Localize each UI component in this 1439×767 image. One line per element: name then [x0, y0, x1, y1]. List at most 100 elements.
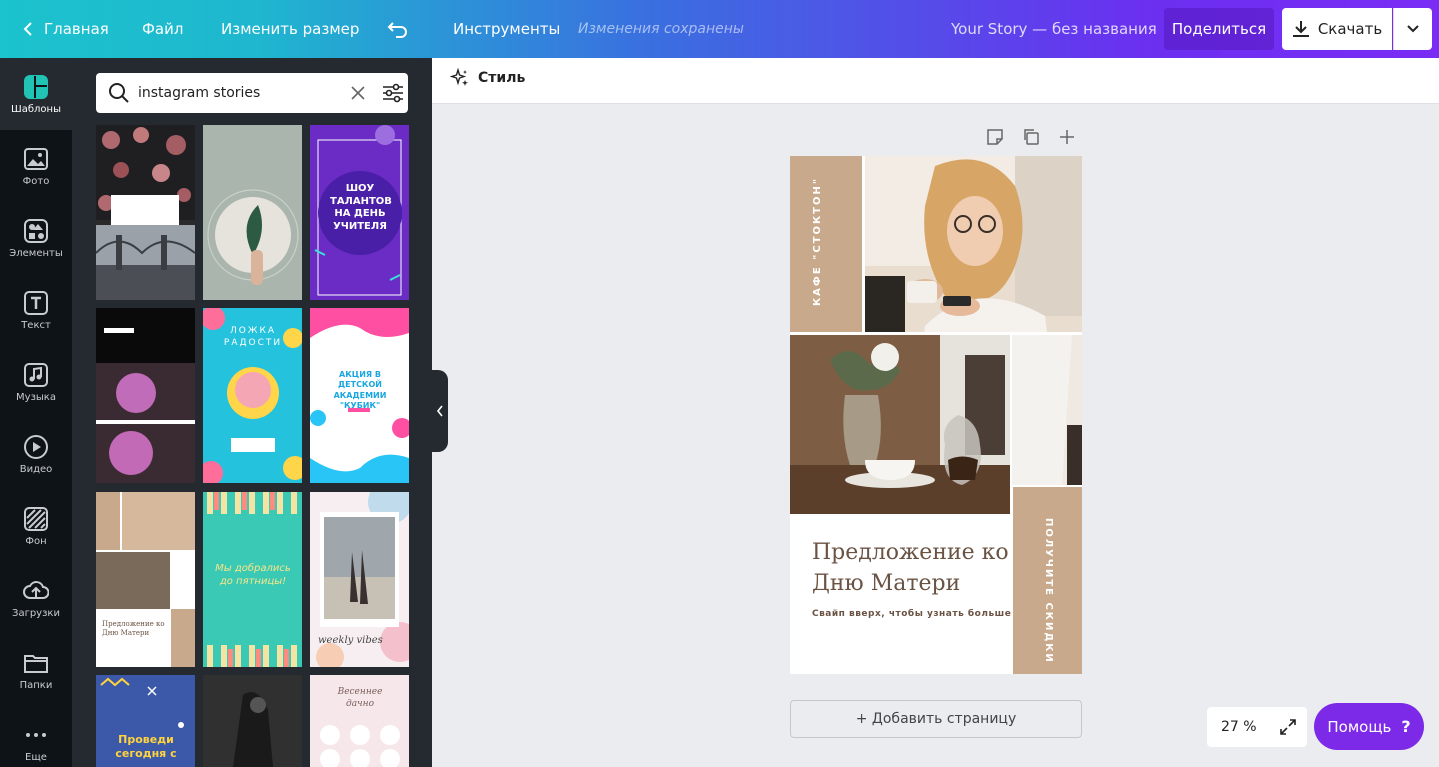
undo-button[interactable]: [387, 0, 409, 58]
download-label: Скачать: [1317, 20, 1383, 38]
template-thumb-pink-hair[interactable]: [96, 308, 195, 483]
text-icon: [24, 290, 48, 315]
clear-icon[interactable]: [350, 85, 366, 101]
photo-woman-image: [865, 156, 1082, 332]
zoom-control[interactable]: 27 %: [1207, 707, 1307, 747]
rail-label: Загрузки: [12, 607, 60, 619]
headline-text[interactable]: Предложение ко Дню Матери: [812, 538, 1012, 600]
fullscreen-icon[interactable]: [1279, 718, 1297, 736]
style-label: Стиль: [478, 70, 526, 86]
photo-woman-continuation: [1012, 335, 1082, 485]
template-thumb-spring[interactable]: Весеннее дачно: [310, 675, 409, 767]
help-question-mark: ?: [1401, 717, 1411, 736]
photo-coffee[interactable]: [790, 335, 1010, 514]
help-button[interactable]: Помощь ?: [1314, 703, 1424, 750]
collapse-panel-button[interactable]: [432, 370, 448, 452]
tan-panel-top[interactable]: [790, 156, 862, 332]
side-text-top[interactable]: КАФЕ "СТОКТОН": [812, 177, 823, 306]
duplicate-icon[interactable]: [1022, 128, 1040, 146]
rail-item-more[interactable]: Еще: [0, 706, 72, 767]
template-thumb-friday[interactable]: Мы добрались до пятницы!: [203, 492, 302, 667]
file-menu[interactable]: Файл: [142, 0, 183, 58]
add-icon[interactable]: [1058, 128, 1076, 146]
rail-item-text[interactable]: Текст: [0, 274, 72, 346]
download-button[interactable]: Скачать: [1282, 8, 1392, 50]
rail-item-uploads[interactable]: Загрузки: [0, 562, 72, 634]
photo-coffee-image: [790, 335, 1010, 514]
folder-icon: [24, 654, 48, 673]
help-label: Помощь: [1327, 717, 1392, 736]
template-thumb-talent-show[interactable]: ШОУ ТАЛАНТОВ НА ДЕНЬ УЧИТЕЛЯ: [310, 125, 409, 300]
chevron-left-icon: [436, 405, 443, 417]
template-preview: [207, 189, 299, 285]
rail-label: Шаблоны: [11, 103, 61, 115]
template-search: [96, 73, 408, 113]
template-thumb-text: Мы добрались до пятницы!: [215, 563, 291, 587]
rail-label: Фото: [22, 175, 50, 187]
photo-icon: [24, 147, 48, 170]
rail-label: Текст: [21, 319, 51, 331]
template-thumb-text: Весеннее дачно: [337, 687, 383, 709]
rail-item-templates[interactable]: Шаблоны: [0, 58, 72, 130]
search-input[interactable]: [138, 85, 338, 101]
template-thumb-text: weekly vibes: [318, 635, 383, 646]
share-button[interactable]: Поделиться: [1164, 8, 1274, 50]
template-thumb-plant[interactable]: [203, 125, 302, 300]
background-icon: [24, 506, 48, 531]
rail-item-elements[interactable]: Элементы: [0, 202, 72, 274]
music-icon: [24, 362, 48, 387]
template-thumb-dark-photo[interactable]: [203, 675, 302, 767]
template-thumb-text: АКЦИЯ В ДЕТСКОЙ АКАДЕМИИ "КУБИК": [333, 370, 387, 411]
chevron-left-icon: [23, 22, 32, 36]
zoom-level: 27 %: [1221, 719, 1257, 735]
page-tools: [986, 128, 1076, 146]
template-preview: [203, 675, 302, 767]
search-icon: [109, 83, 129, 103]
download-icon: [1292, 21, 1309, 37]
chevron-down-icon: [1407, 25, 1419, 33]
note-icon[interactable]: [986, 128, 1004, 146]
design-page[interactable]: КАФЕ "СТОКТОН" ПОЛУЧИТЕ СКИДКИ Предложен…: [790, 156, 1082, 674]
rail-item-folders[interactable]: Папки: [0, 634, 72, 706]
top-bar: Главная Файл Изменить размер Инструменты…: [0, 0, 1439, 58]
save-status: Изменения сохранены: [578, 21, 744, 37]
style-button[interactable]: Стиль: [450, 68, 525, 88]
home-label: Главная: [44, 20, 109, 38]
template-thumb-spend-today[interactable]: Проведи сегодня с: [96, 675, 195, 767]
side-rail: Шаблоны Фото Элементы Текст Музыка Видео…: [0, 58, 72, 767]
rail-label: Еще: [25, 751, 47, 763]
sparkle-icon: [450, 68, 468, 86]
template-thumb-floral-bridge[interactable]: [96, 125, 195, 300]
tools-menu[interactable]: Инструменты: [453, 0, 560, 58]
rail-item-video[interactable]: Видео: [0, 418, 72, 490]
template-thumb-weekly-vibes[interactable]: weekly vibes: [310, 492, 409, 667]
template-preview: [96, 492, 195, 667]
template-thumb-text: ЛОЖКА РАДОСТИ: [223, 326, 283, 348]
filter-icon[interactable]: [382, 83, 404, 103]
side-text-bottom[interactable]: ПОЛУЧИТЕ СКИДКИ: [1043, 518, 1054, 664]
subline-text[interactable]: Свайп вверх, чтобы узнать больше: [812, 609, 1011, 619]
resize-menu[interactable]: Изменить размер: [221, 0, 359, 58]
style-bar: Стиль: [432, 58, 1439, 104]
rail-label: Музыка: [16, 391, 56, 403]
template-thumb-text: ШОУ ТАЛАНТОВ НА ДЕНЬ УЧИТЕЛЯ: [330, 183, 392, 232]
templates-panel: ШОУ ТАЛАНТОВ НА ДЕНЬ УЧИТЕЛЯ ЛОЖКА РАДОС…: [72, 58, 432, 767]
template-thumb-mothers-day[interactable]: Предложение ко Дню Матери: [96, 492, 195, 667]
document-title[interactable]: Your Story — без названия: [951, 0, 1157, 58]
photo-woman-detail: [1012, 335, 1082, 485]
home-link[interactable]: Главная: [22, 0, 109, 58]
add-page-button[interactable]: + Добавить страницу: [790, 700, 1082, 738]
rail-item-music[interactable]: Музыка: [0, 346, 72, 418]
rail-item-background[interactable]: Фон: [0, 490, 72, 562]
template-thumb-kids-academy[interactable]: АКЦИЯ В ДЕТСКОЙ АКАДЕМИИ "КУБИК": [310, 308, 409, 483]
download-options-button[interactable]: [1393, 8, 1432, 50]
upload-icon: [23, 580, 49, 599]
photo-woman[interactable]: [865, 156, 1082, 332]
template-thumb-ice-cream[interactable]: ЛОЖКА РАДОСТИ: [203, 308, 302, 483]
video-icon: [24, 434, 48, 459]
rail-label: Папки: [19, 679, 53, 691]
undo-icon: [387, 22, 407, 38]
rail-item-photo[interactable]: Фото: [0, 130, 72, 202]
template-thumb-text: Предложение ко Дню Матери: [102, 620, 165, 638]
template-preview: [96, 125, 195, 300]
